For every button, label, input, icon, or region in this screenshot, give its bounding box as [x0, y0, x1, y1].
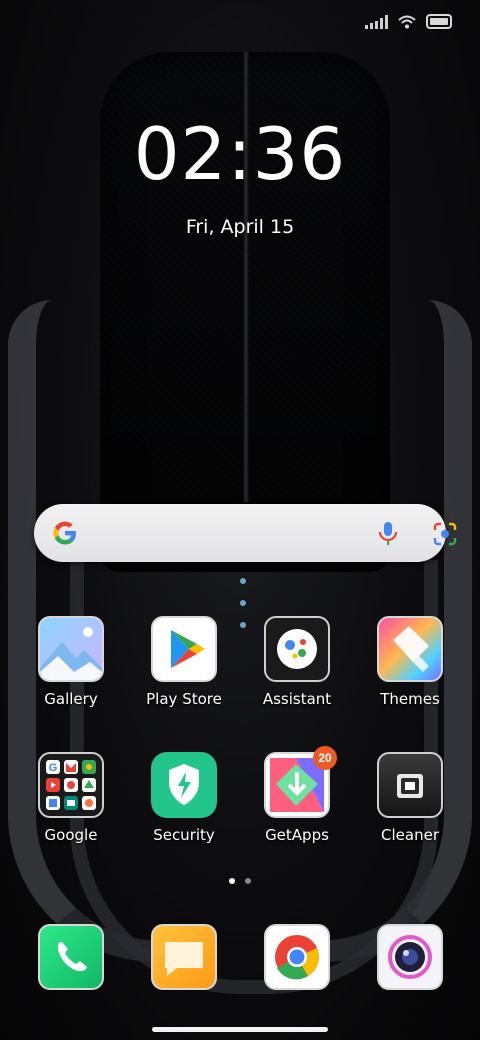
messages-icon	[151, 924, 217, 990]
dock-messages[interactable]	[134, 924, 234, 990]
battery-icon	[426, 14, 452, 29]
microphone-icon[interactable]	[374, 519, 402, 547]
app-assistant[interactable]: Assistant	[247, 616, 347, 708]
signal-bars-icon	[365, 14, 388, 29]
assistant-icon	[264, 616, 330, 682]
clock-date[interactable]: Fri, April 15	[0, 216, 480, 238]
google-lens-icon[interactable]	[432, 521, 458, 547]
phone-icon	[38, 924, 104, 990]
cleaner-icon	[377, 752, 443, 818]
folder-google[interactable]: G Google	[21, 752, 121, 844]
app-label: Gallery	[44, 690, 98, 708]
page-indicator	[0, 878, 480, 884]
svg-text:G: G	[49, 762, 58, 774]
play-store-icon	[151, 616, 217, 682]
app-label: Themes	[380, 690, 440, 708]
app-label: Assistant	[262, 690, 332, 708]
wifi-icon	[398, 15, 416, 28]
google-search-bar[interactable]	[34, 504, 457, 562]
dock-chrome[interactable]	[247, 924, 347, 990]
app-label: Google	[44, 826, 98, 844]
app-label: Play Store	[146, 690, 222, 708]
gallery-icon	[38, 616, 104, 682]
status-bar	[365, 14, 452, 29]
clock-time[interactable]: 02:36	[0, 112, 480, 196]
app-themes[interactable]: Themes	[360, 616, 460, 708]
security-shield-icon	[151, 752, 217, 818]
chrome-icon	[264, 924, 330, 990]
app-gallery[interactable]: Gallery	[21, 616, 121, 708]
app-label: GetApps	[265, 826, 329, 844]
google-folder-icon: G	[38, 752, 104, 818]
camera-icon	[377, 924, 443, 990]
app-label: Cleaner	[381, 826, 439, 844]
page-dot[interactable]	[245, 878, 251, 884]
dock-camera[interactable]	[360, 924, 460, 990]
app-getapps[interactable]: 20 GetApps	[247, 746, 347, 844]
home-gesture-bar[interactable]	[152, 1027, 328, 1032]
app-label: Security	[153, 826, 215, 844]
app-play-store[interactable]: Play Store	[134, 616, 234, 708]
themes-icon	[377, 616, 443, 682]
notification-badge: 20	[313, 746, 337, 770]
dock-phone[interactable]	[21, 924, 121, 990]
app-security[interactable]: Security	[134, 752, 234, 844]
google-g-icon	[53, 521, 76, 545]
page-dot-active[interactable]	[229, 878, 235, 884]
app-cleaner[interactable]: Cleaner	[360, 752, 460, 844]
